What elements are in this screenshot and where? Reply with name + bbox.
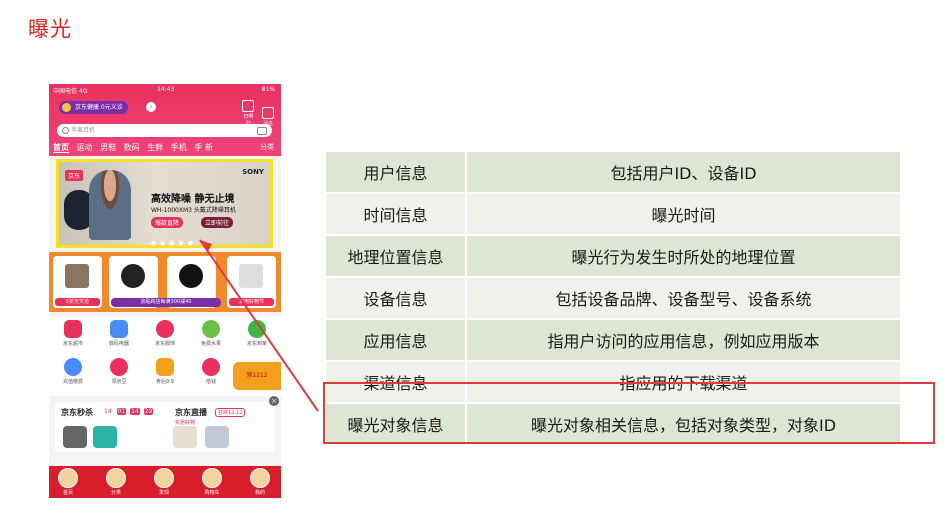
row-label: 地理位置信息: [326, 235, 467, 278]
table-row: 用户信息 包括用户ID、设备ID: [326, 152, 900, 194]
row-desc: 指用户访问的应用信息，例如应用版本: [466, 319, 900, 362]
row-desc: 包括用户ID、设备ID: [466, 152, 900, 194]
highlight-box: [323, 382, 935, 444]
table-row: 时间信息 曝光时间: [326, 193, 900, 236]
table-row: 应用信息 指用户访问的应用信息，例如应用版本: [326, 319, 900, 362]
arrow-line: [199, 239, 319, 412]
row-label: 应用信息: [326, 319, 467, 362]
row-desc: 曝光行为发生时所处的地理位置: [466, 235, 900, 278]
row-label: 用户信息: [326, 152, 467, 194]
row-label: 设备信息: [326, 277, 467, 320]
row-label: 时间信息: [326, 193, 467, 236]
table-row: 地理位置信息 曝光行为发生时所处的地理位置: [326, 235, 900, 278]
table-row: 设备信息 包括设备品牌、设备型号、设备系统: [326, 277, 900, 320]
row-desc: 包括设备品牌、设备型号、设备系统: [466, 277, 900, 320]
row-desc: 曝光时间: [466, 193, 900, 236]
